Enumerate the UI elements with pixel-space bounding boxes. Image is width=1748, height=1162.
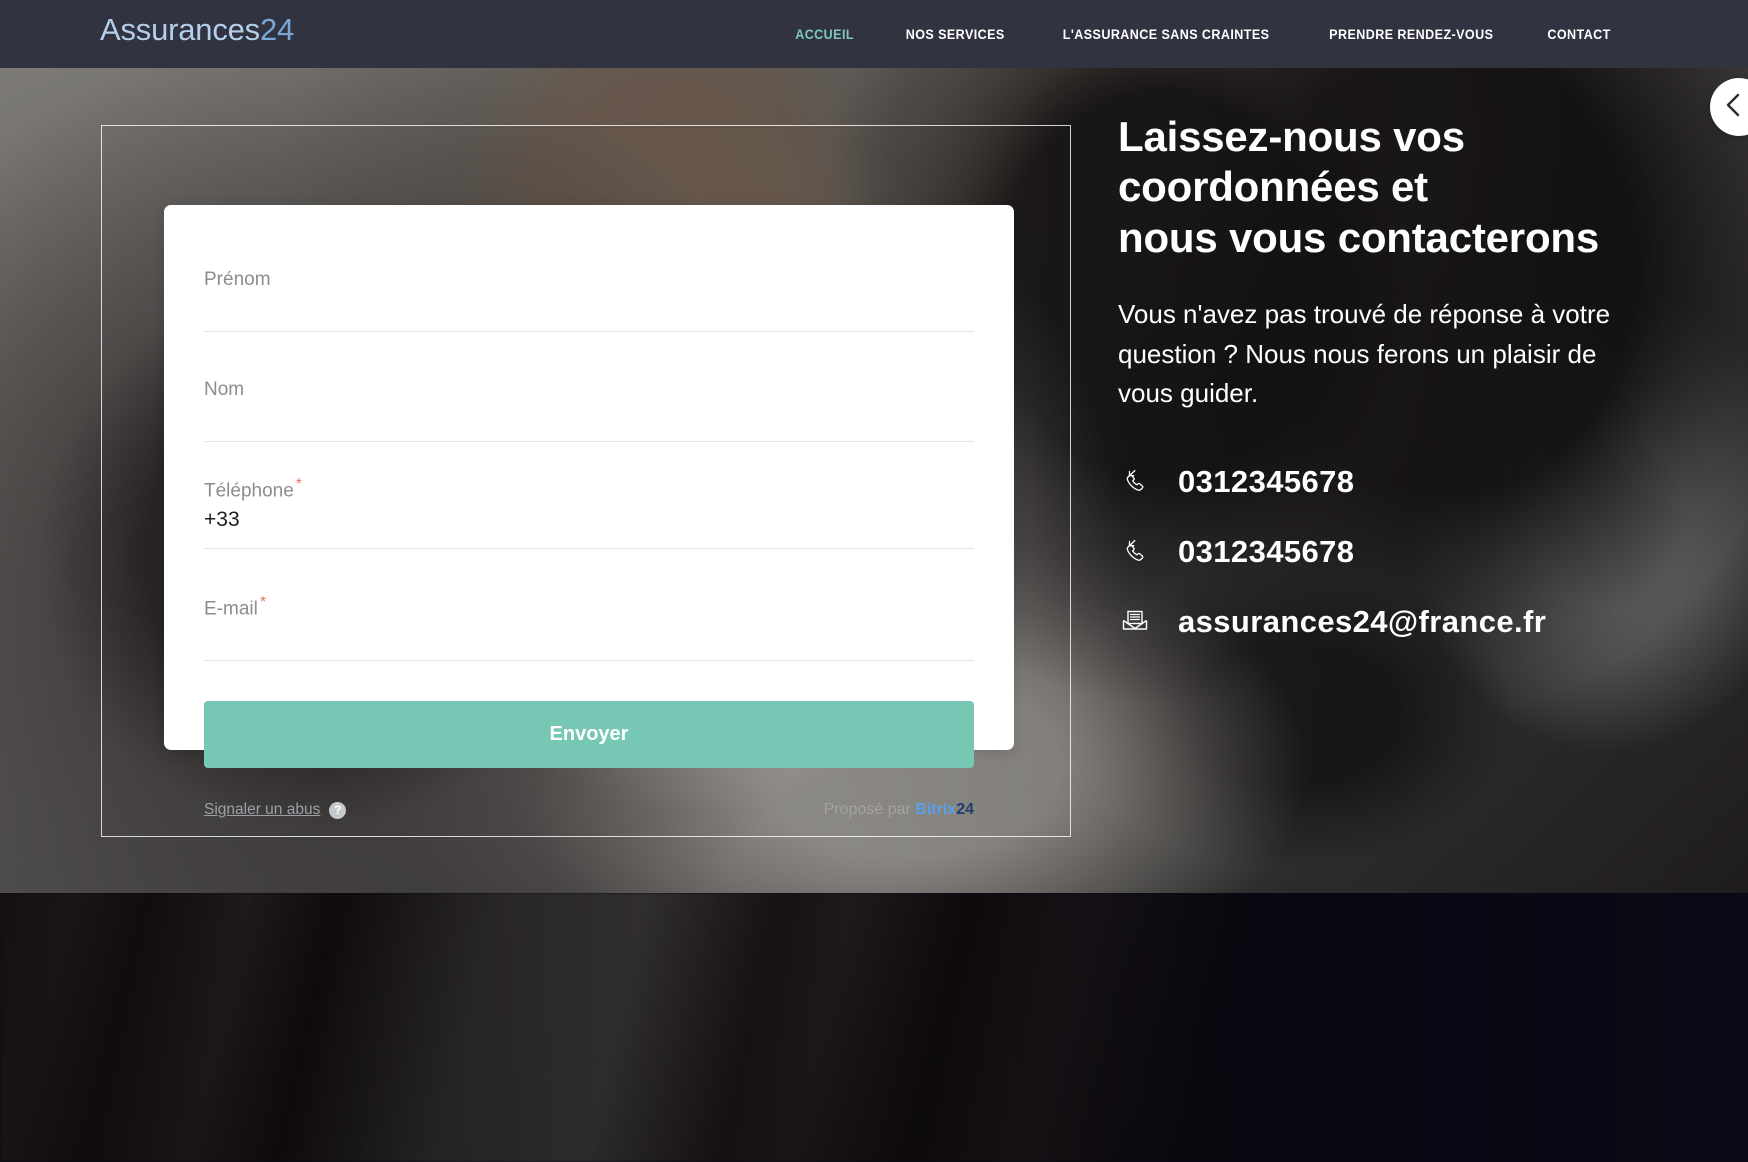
contact-list: 0312345678 0312345678 assurances24@franc…	[1118, 464, 1638, 640]
phone-incoming-icon	[1118, 465, 1152, 499]
field-email-underline	[204, 660, 974, 662]
submit-button[interactable]: Envoyer	[204, 701, 974, 769]
nav-item-contact[interactable]: CONTACT	[1526, 27, 1632, 42]
contact-phone-secondary[interactable]: 0312345678	[1118, 534, 1638, 570]
contact-phone-secondary-text: 0312345678	[1178, 533, 1355, 569]
required-asterisk: *	[259, 594, 267, 611]
envelope-icon	[1118, 605, 1152, 639]
phone-incoming-icon	[1118, 535, 1152, 569]
report-abuse-group: Signaler un abus ?	[204, 801, 347, 819]
required-asterisk: *	[295, 475, 303, 493]
report-abuse-link[interactable]: Signaler un abus	[204, 801, 320, 819]
contact-email-text: assurances24@france.fr	[1178, 603, 1547, 639]
field-telephone[interactable]: Téléphone * +33	[204, 442, 974, 549]
form-footer: Signaler un abus ? Proposé par Bitrix24	[204, 801, 974, 819]
bitrix-brand-text[interactable]: Bitrix	[915, 801, 956, 818]
main-menu: ACCUEIL NOS SERVICES L'ASSURANCE SANS CR…	[770, 0, 1637, 68]
bitrix-brand-number[interactable]: 24	[956, 801, 974, 818]
chevron-left-icon	[1726, 93, 1741, 122]
site-logo[interactable]: Assurances24	[100, 12, 294, 48]
nav-item-assurance-sans-craintes[interactable]: L'ASSURANCE SANS CRAINTES	[1041, 27, 1290, 42]
field-nom[interactable]: Nom	[204, 332, 974, 442]
promo-title: Laissez-nous vos coordonnées et nous vou…	[1118, 112, 1638, 263]
promo-column: Laissez-nous vos coordonnées et nous vou…	[1118, 112, 1638, 674]
promo-title-line-1: Laissez-nous vos	[1118, 113, 1465, 160]
help-question-icon[interactable]: ?	[329, 801, 347, 819]
field-telephone-label: Téléphone *	[204, 476, 974, 502]
bottom-dark-overlay	[0, 893, 1748, 1162]
promo-title-line-2: coordonnées et	[1118, 163, 1428, 211]
promo-title-line-3: nous vous contacterons	[1118, 213, 1600, 261]
powered-by-label: Proposé par Bitrix24	[824, 801, 974, 819]
powered-by-prefix: Proposé par	[823, 801, 911, 819]
landing-page: Assurances24 ACCUEIL NOS SERVICES L'ASSU…	[0, 0, 1748, 1162]
contact-phone-primary-text: 0312345678	[1178, 463, 1355, 499]
contact-phone-primary[interactable]: 0312345678	[1118, 464, 1638, 500]
promo-paragraph: Vous n'avez pas trouvé de réponse à votr…	[1118, 299, 1611, 409]
logo-text-main: Assurances	[100, 12, 260, 47]
top-navigation-bar: Assurances24 ACCUEIL NOS SERVICES L'ASSU…	[0, 0, 1748, 68]
field-email[interactable]: E-mail *	[204, 549, 974, 662]
field-email-label: E-mail *	[204, 594, 974, 620]
field-telephone-label-text: Téléphone	[204, 480, 294, 502]
nav-item-accueil[interactable]: ACCUEIL	[774, 27, 876, 42]
nav-item-prendre-rendez-vous[interactable]: PRENDRE RENDEZ-VOUS	[1308, 27, 1515, 42]
contact-form: Prénom Nom Téléphone * +33 E-mail * Envoye…	[204, 260, 974, 819]
nav-item-nos-services[interactable]: NOS SERVICES	[884, 27, 1026, 42]
field-prenom-label: Prénom	[204, 269, 271, 290]
field-prenom[interactable]: Prénom	[204, 260, 974, 332]
logo-text-number: 24	[259, 12, 295, 47]
field-email-label-text: E-mail	[204, 598, 258, 620]
bottom-dark-section	[0, 893, 1748, 1162]
contact-email[interactable]: assurances24@france.fr	[1118, 604, 1638, 640]
field-nom-label: Nom	[204, 378, 245, 400]
field-telephone-value[interactable]: +33	[204, 508, 974, 535]
contact-form-card: Prénom Nom Téléphone * +33 E-mail * Envoye…	[164, 205, 1014, 819]
